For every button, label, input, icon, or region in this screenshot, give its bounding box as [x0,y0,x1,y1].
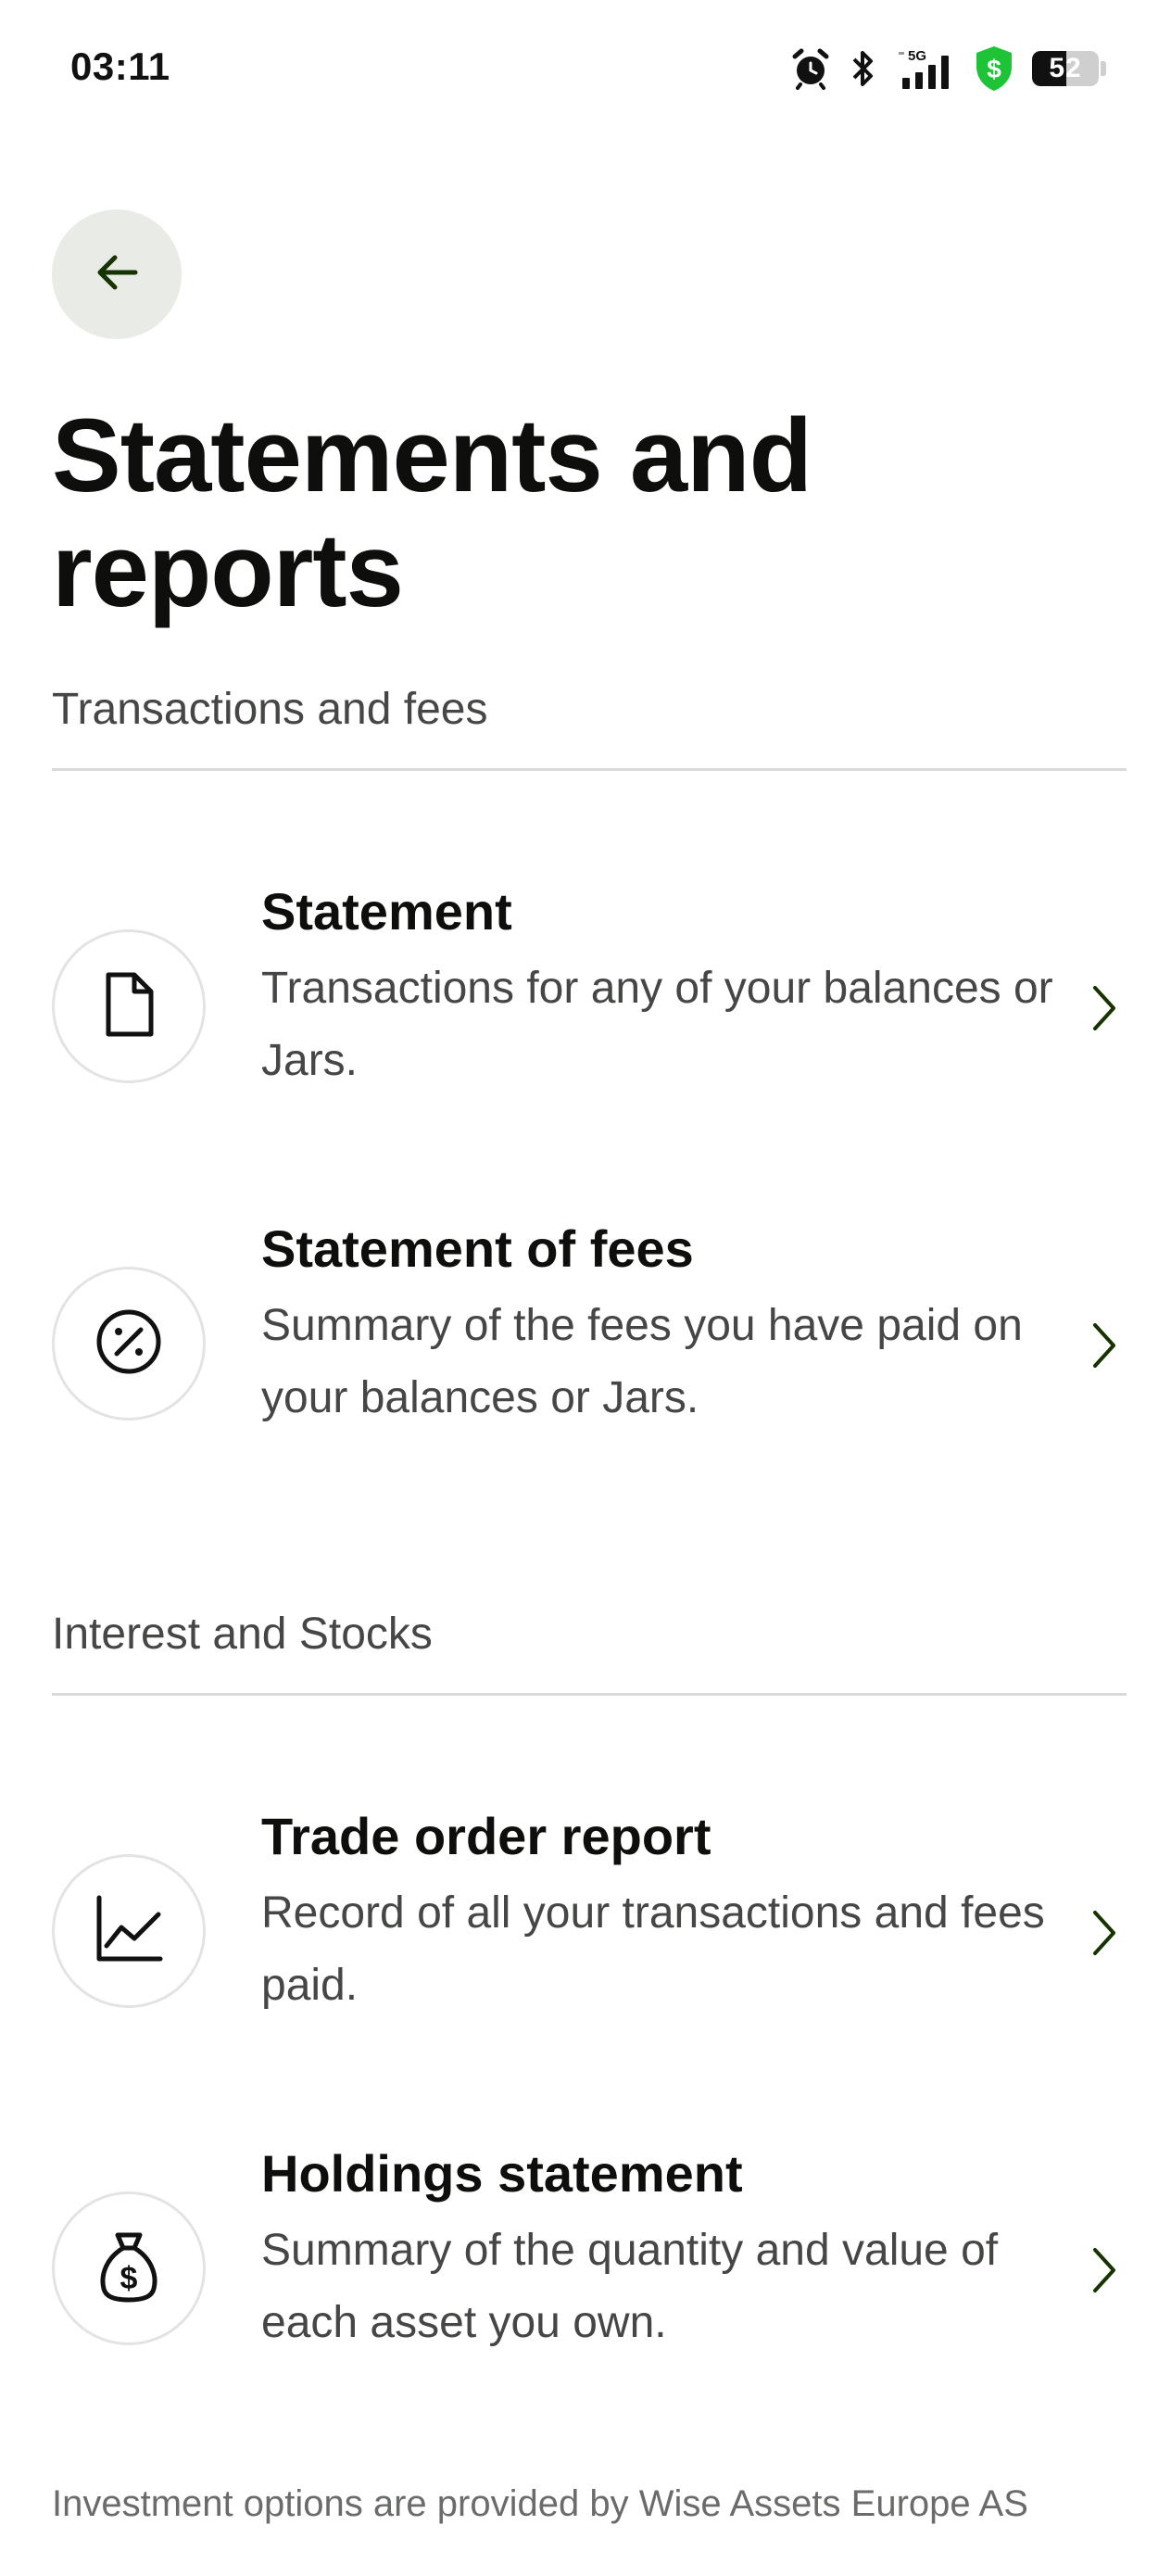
holdings-statement-description: Summary of the quantity and value of eac… [261,2226,999,2347]
status-bar: 03:11 5G $ 52 [0,0,1171,139]
trade-order-report-title: Trade order report [261,1807,711,1865]
statement-of-fees-icon-wrapper [52,1267,206,1421]
section-header-interest-stocks: Interest and Stocks [52,1609,1127,1696]
chevron-right-icon [1088,982,1121,1034]
holdings-statement-icon-wrapper: $ [52,2191,206,2345]
status-time: 03:11 [70,44,170,88]
holdings-statement-item[interactable]: $ Holdings statement Summary of the quan… [52,2140,1127,2400]
chevron-right-icon [1088,2244,1121,2296]
statement-icon-wrapper [52,929,206,1083]
footer-note: Investment options are provided by Wise … [52,2483,1028,2524]
chevron-right-icon [1088,1320,1121,1371]
line-chart-icon [94,1894,164,1969]
trade-order-report-icon-wrapper [52,1854,206,2008]
status-icons: 5G $ 52 [789,43,1106,95]
security-shield-icon: $ [973,44,1015,93]
alarm-icon [789,47,832,90]
statement-title: Statement [261,882,512,941]
bluetooth-icon [849,47,878,90]
statement-description: Transactions for any of your balances or… [261,964,1053,1085]
statement-of-fees-item[interactable]: Statement of fees Summary of the fees yo… [52,1216,1127,1475]
document-icon [99,971,158,1042]
svg-text:$: $ [987,55,1001,83]
section-header-transactions: Transactions and fees [52,684,1127,771]
battery-level: 52 [1049,53,1082,83]
svg-text:5G: 5G [908,48,926,64]
percent-icon [94,1307,164,1382]
chevron-right-icon [1088,1907,1121,1959]
page-title: Statements and reports [52,398,812,628]
trade-order-report-item[interactable]: Trade order report Record of all your tr… [52,1803,1127,2063]
money-bag-icon: $ [96,2229,161,2308]
arrow-left-icon [91,246,143,303]
trade-order-report-description: Record of all your transactions and fees… [261,1888,1045,2010]
back-button[interactable] [52,209,182,339]
statement-of-fees-description: Summary of the fees you have paid on you… [261,1301,1023,1422]
signal-icon: 5G [895,46,956,91]
statement-item[interactable]: Statement Transactions for any of your b… [52,878,1127,1138]
svg-text:$: $ [120,2261,138,2296]
holdings-statement-title: Holdings statement [261,2144,743,2203]
statement-of-fees-title: Statement of fees [261,1219,694,1278]
battery-icon: 52 [1032,50,1106,87]
